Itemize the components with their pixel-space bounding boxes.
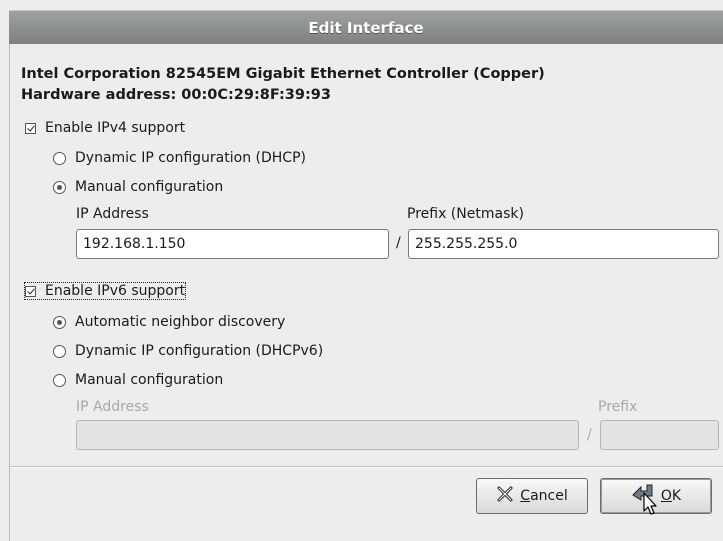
dialog-title: Edit Interface xyxy=(308,19,424,37)
ipv6-ip-address-input[interactable] xyxy=(76,420,579,450)
hardware-address: Hardware address: 00:0C:29:8F:39:93 xyxy=(21,87,331,103)
device-name: Intel Corporation 82545EM Gigabit Ethern… xyxy=(21,66,545,82)
ipv6-prefix-separator: / xyxy=(587,427,592,443)
cancel-label: Cancel xyxy=(520,488,568,504)
ipv6-checkbox-box[interactable] xyxy=(25,285,36,297)
edit-interface-dialog: Intel Corporation 82545EM Gigabit Ethern… xyxy=(9,44,723,541)
dialog-titlebar: Edit Interface xyxy=(9,10,723,45)
ipv4-prefix-separator: / xyxy=(396,235,401,251)
ok-label: OK xyxy=(660,488,682,504)
ipv6-dhcp-radio-circle[interactable] xyxy=(53,344,66,358)
cancel-x-icon xyxy=(496,485,514,507)
ipv6-auto-label: Automatic neighbor discovery xyxy=(75,314,286,330)
ipv6-auto-radio[interactable]: Automatic neighbor discovery xyxy=(53,314,285,330)
enable-ipv6-label: Enable IPv6 support xyxy=(45,283,186,299)
ipv4-prefix-label: Prefix (Netmask) xyxy=(407,206,524,222)
ipv6-dhcp-radio[interactable]: Dynamic IP configuration (DHCPv6) xyxy=(53,343,323,359)
ipv6-prefix-input[interactable] xyxy=(600,420,719,450)
ipv6-manual-label: Manual configuration xyxy=(75,372,224,388)
ipv4-dhcp-radio[interactable]: Dynamic IP configuration (DHCP) xyxy=(53,150,306,166)
ipv6-manual-radio[interactable]: Manual configuration xyxy=(53,372,223,388)
button-separator xyxy=(10,466,723,468)
ipv4-manual-label: Manual configuration xyxy=(75,179,224,195)
mouse-pointer-icon xyxy=(643,492,657,515)
enable-ipv6-checkbox[interactable]: Enable IPv6 support xyxy=(23,282,187,300)
ipv4-manual-radio-circle[interactable] xyxy=(53,180,66,194)
ipv6-manual-radio-circle[interactable] xyxy=(53,373,66,387)
ipv4-dhcp-label: Dynamic IP configuration (DHCP) xyxy=(75,150,306,166)
enable-ipv4-label: Enable IPv4 support xyxy=(45,120,186,136)
ipv6-prefix-label: Prefix xyxy=(598,399,638,415)
ipv4-ip-address-label: IP Address xyxy=(76,206,149,222)
ipv6-auto-radio-circle[interactable] xyxy=(53,315,66,329)
ipv6-ip-address-label: IP Address xyxy=(76,399,149,415)
ipv4-dhcp-radio-circle[interactable] xyxy=(53,151,66,165)
ipv4-checkbox-box[interactable] xyxy=(25,122,36,134)
ipv4-manual-radio[interactable]: Manual configuration xyxy=(53,179,223,195)
enable-ipv4-checkbox[interactable]: Enable IPv4 support xyxy=(25,120,185,136)
ipv4-prefix-input[interactable]: 255.255.255.0 xyxy=(408,229,719,259)
ipv4-ip-address-input[interactable]: 192.168.1.150 xyxy=(76,229,389,259)
ipv6-dhcp-label: Dynamic IP configuration (DHCPv6) xyxy=(75,343,324,359)
cancel-button[interactable]: Cancel xyxy=(476,478,588,514)
